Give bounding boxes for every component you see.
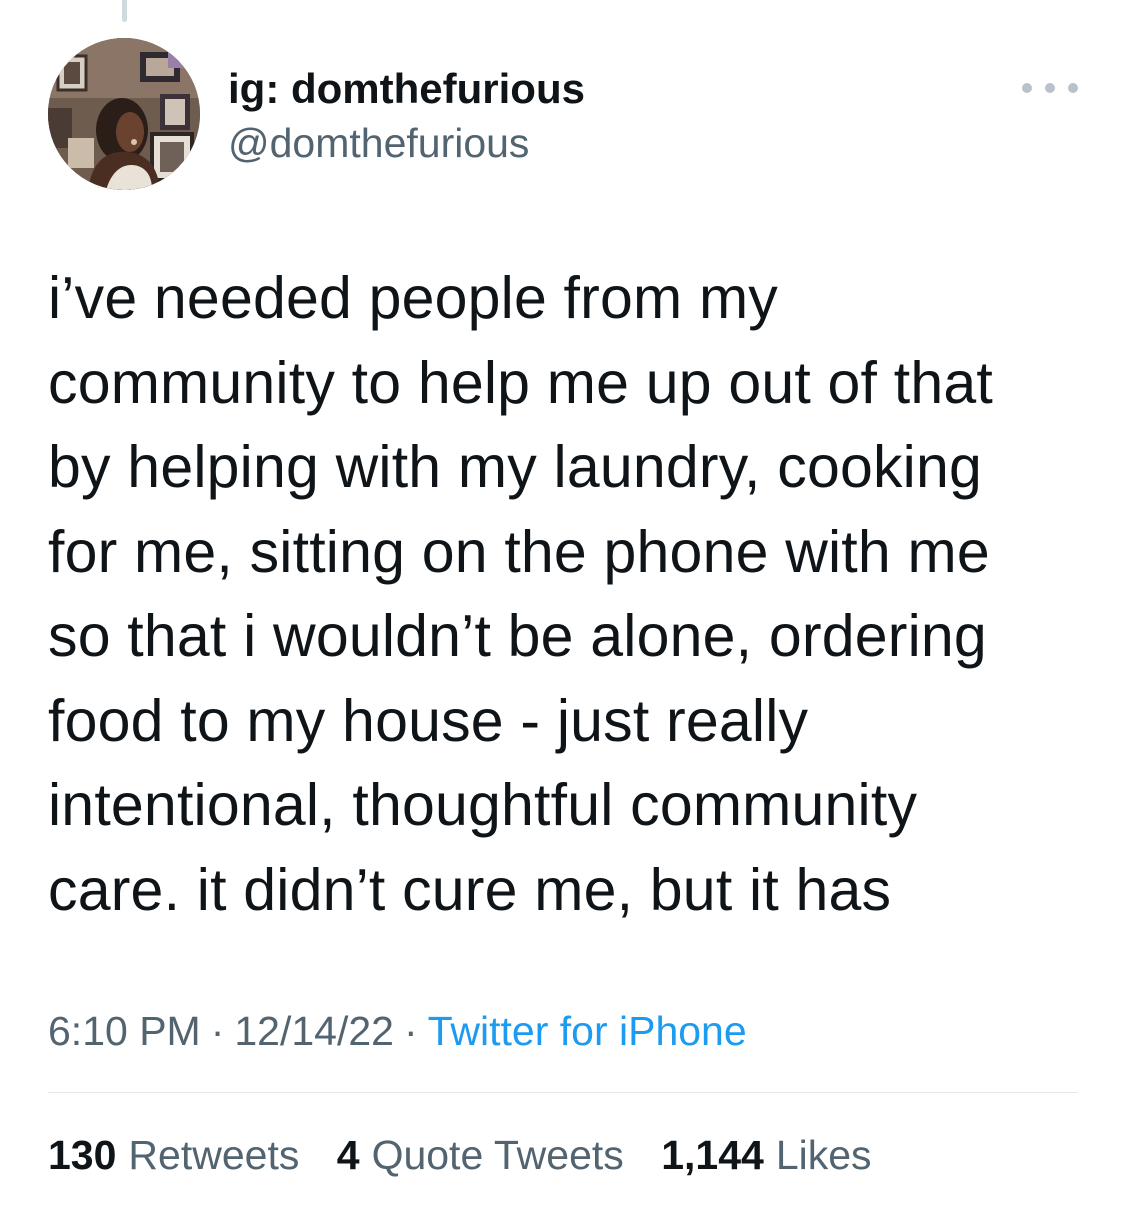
tweet-source-link[interactable]: Twitter for iPhone	[428, 1008, 747, 1054]
more-options-button[interactable]	[1022, 70, 1078, 106]
quote-tweets-label: Quote Tweets	[371, 1132, 624, 1178]
meta-separator: ·	[210, 1008, 225, 1054]
user-handle[interactable]: @domthefurious	[228, 118, 529, 168]
more-horizontal-icon	[1022, 83, 1032, 93]
engagement-stats: 130 Retweets 4 Quote Tweets 1,144 Likes	[48, 1130, 898, 1180]
tweet-text-line: food to my house - just really	[48, 687, 809, 754]
thread-connector-line	[122, 0, 127, 22]
tweet-text-line: care. it didn’t cure me, but it has	[48, 856, 892, 923]
retweets-stat[interactable]: 130 Retweets	[48, 1132, 299, 1178]
tweet-time[interactable]: 6:10 PM	[48, 1008, 201, 1054]
likes-stat[interactable]: 1,144 Likes	[661, 1132, 871, 1178]
avatar-photo	[48, 38, 200, 190]
tweet-text: i’ve needed people from my community to …	[48, 256, 1098, 932]
tweet-text-line: i’ve needed people from my	[48, 265, 778, 331]
display-name[interactable]: ig: domthefurious	[228, 64, 585, 114]
more-horizontal-icon-dot	[1068, 83, 1078, 93]
meta-separator: ·	[403, 1008, 418, 1054]
likes-count: 1,144	[661, 1132, 764, 1178]
tweet-meta: 6:10 PM · 12/14/22 · Twitter for iPhone	[48, 1006, 747, 1056]
tweet-date[interactable]: 12/14/22	[234, 1008, 394, 1054]
likes-label: Likes	[775, 1132, 872, 1178]
retweets-count: 130	[48, 1132, 117, 1178]
divider	[48, 1092, 1078, 1093]
tweet-text-line: by helping with my laundry, cooking	[48, 434, 983, 500]
tweet-text-line: intentional, thoughtful community	[48, 772, 918, 838]
avatar[interactable]	[48, 38, 200, 190]
quote-tweets-stat[interactable]: 4 Quote Tweets	[337, 1132, 624, 1178]
more-horizontal-icon-dot	[1045, 83, 1055, 93]
quote-tweets-count: 4	[336, 1132, 360, 1178]
tweet-text-line: community to help me up out of that	[48, 349, 993, 416]
tweet-text-line: so that i wouldn’t be alone, ordering	[48, 603, 987, 669]
retweets-label: Retweets	[128, 1132, 300, 1178]
tweet-text-line: for me, sitting on the phone with me	[48, 518, 990, 585]
